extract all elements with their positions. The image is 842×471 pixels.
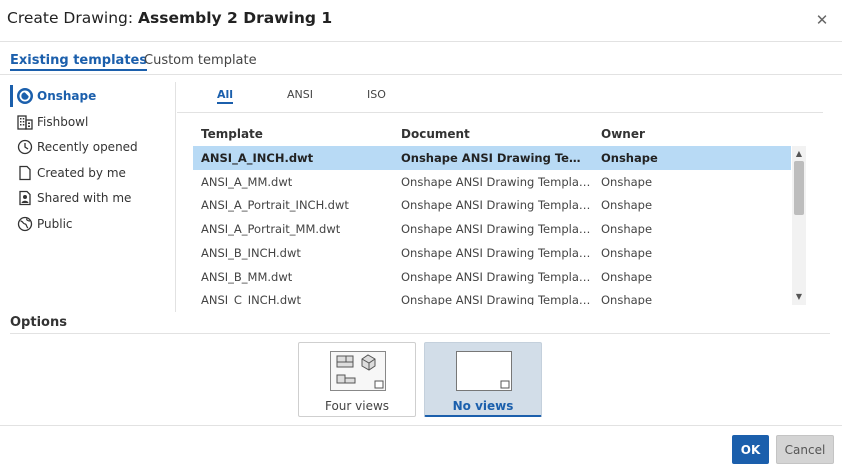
sidebar-item-created-by-me[interactable]: Created by me (10, 162, 170, 184)
close-icon[interactable]: ✕ (812, 10, 832, 30)
sidebar-item-label: Public (37, 217, 73, 231)
cell-owner: Onshape (601, 270, 653, 284)
column-header-owner[interactable]: Owner (601, 127, 645, 141)
table-row[interactable]: ANSI_C_INCH.dwt Onshape ANSI Drawing Tem… (193, 288, 791, 305)
cell-document: Onshape ANSI Drawing Templates (401, 293, 591, 305)
cell-owner: Onshape (601, 246, 653, 260)
standard-filter-tabs: All ANSI ISO (177, 82, 823, 113)
cell-owner: Onshape (601, 151, 658, 165)
options-heading: Options (10, 315, 67, 330)
cell-document: Onshape ANSI Drawing Templates (401, 246, 591, 260)
table-row[interactable]: ANSI_A_Portrait_INCH.dwt Onshape ANSI Dr… (193, 193, 791, 217)
sidebar-item-public[interactable]: Public (10, 213, 170, 235)
template-tabs: Existing templates Custom template (0, 42, 842, 75)
cell-document: Onshape ANSI Drawing Templates (401, 175, 591, 189)
ok-button[interactable]: OK (732, 435, 769, 464)
cell-template: ANSI_A_MM.dwt (201, 175, 293, 189)
cell-template: ANSI_B_MM.dwt (201, 270, 293, 284)
sidebar-item-label: Recently opened (37, 140, 138, 154)
four-views-thumbnail-icon (330, 351, 386, 391)
clock-icon (15, 138, 34, 157)
sidebar-item-shared-with-me[interactable]: Shared with me (10, 187, 170, 209)
table-header: Template Document Owner (193, 126, 806, 146)
cell-document: Onshape ANSI Drawing Templates (401, 222, 591, 236)
table-row[interactable]: ANSI_B_MM.dwt Onshape ANSI Drawing Templ… (193, 265, 791, 289)
options-divider (10, 333, 830, 334)
shared-user-icon (15, 189, 34, 208)
tab-existing-templates[interactable]: Existing templates (10, 53, 148, 71)
dialog-header: Create Drawing: Assembly 2 Drawing 1 ✕ (0, 0, 842, 42)
sidebar-item-onshape[interactable]: Onshape (10, 85, 170, 107)
cancel-button[interactable]: Cancel (776, 435, 834, 464)
four-views-label: Four views (324, 399, 390, 413)
sidebar-item-label: Created by me (37, 166, 126, 180)
table-row[interactable]: ANSI_A_INCH.dwt Onshape ANSI Drawing Tem… (193, 146, 791, 170)
sidebar-item-label: Onshape (37, 89, 97, 103)
scroll-up-arrow-icon[interactable]: ▲ (792, 148, 806, 160)
globe-icon (15, 215, 34, 234)
no-views-label: No views (452, 399, 514, 413)
cell-owner: Onshape (601, 198, 653, 212)
cell-owner: Onshape (601, 222, 653, 236)
sidebar-item-fishbowl[interactable]: Fishbowl (10, 111, 170, 133)
table-row[interactable]: ANSI_A_MM.dwt Onshape ANSI Drawing Templ… (193, 170, 791, 194)
template-source-sidebar: Onshape Fishbowl Recently opened Created… (10, 82, 176, 312)
cell-document: Onshape ANSI Drawing Templat... (401, 151, 591, 165)
tab-ansi[interactable]: ANSI (287, 88, 313, 101)
cell-owner: Onshape (601, 293, 653, 305)
column-header-document[interactable]: Document (401, 127, 470, 141)
cell-document: Onshape ANSI Drawing Templates (401, 198, 591, 212)
onshape-logo-icon (15, 87, 34, 106)
tab-iso[interactable]: ISO (367, 88, 386, 101)
cell-template: ANSI_C_INCH.dwt (201, 293, 302, 305)
table-scrollbar[interactable]: ▲ ▼ (792, 146, 806, 305)
document-icon (15, 164, 34, 183)
dialog-title-name: Assembly 2 Drawing 1 (138, 9, 333, 27)
cell-template: ANSI_A_Portrait_INCH.dwt (201, 198, 349, 212)
template-table-body: ANSI_A_INCH.dwt Onshape ANSI Drawing Tem… (193, 146, 791, 305)
dialog-title-prefix: Create Drawing: (7, 9, 139, 27)
cell-template: ANSI_B_INCH.dwt (201, 246, 301, 260)
dialog-title: Create Drawing: Assembly 2 Drawing 1 (7, 9, 332, 27)
table-row[interactable]: ANSI_B_INCH.dwt Onshape ANSI Drawing Tem… (193, 241, 791, 265)
cell-template: ANSI_A_INCH.dwt (201, 151, 314, 165)
table-row[interactable]: ANSI_A_Portrait_MM.dwt Onshape ANSI Draw… (193, 217, 791, 241)
building-icon (15, 113, 34, 132)
sidebar-item-recently-opened[interactable]: Recently opened (10, 136, 170, 158)
scrollbar-thumb[interactable] (794, 161, 804, 215)
sidebar-item-label: Shared with me (37, 191, 132, 205)
four-views-option[interactable]: Four views (298, 342, 416, 417)
tab-all[interactable]: All (217, 88, 234, 104)
cell-document: Onshape ANSI Drawing Templates (401, 270, 591, 284)
scroll-down-arrow-icon[interactable]: ▼ (792, 291, 806, 303)
tab-custom-template[interactable]: Custom template (144, 53, 257, 68)
cell-owner: Onshape (601, 175, 653, 189)
sidebar-item-label: Fishbowl (37, 115, 89, 129)
footer-divider (0, 425, 842, 426)
no-views-option[interactable]: No views (424, 342, 542, 417)
column-header-template[interactable]: Template (201, 127, 263, 141)
cell-template: ANSI_A_Portrait_MM.dwt (201, 222, 341, 236)
no-views-thumbnail-icon (456, 351, 512, 391)
